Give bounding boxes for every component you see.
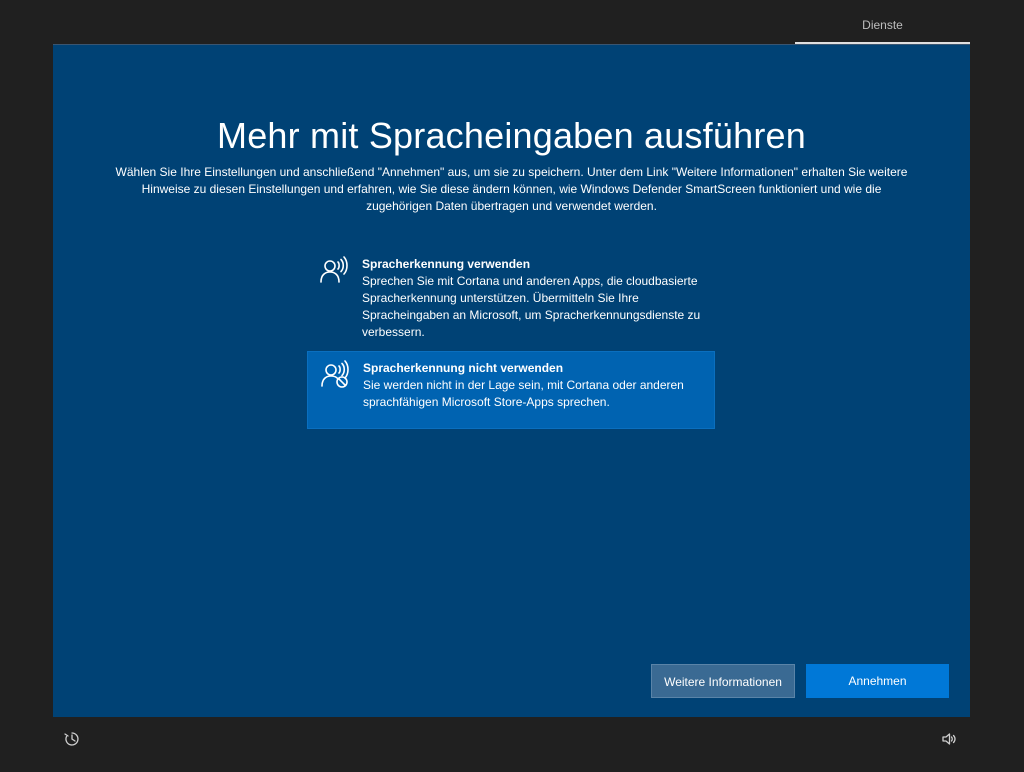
page-title: Mehr mit Spracheingaben ausführen	[217, 115, 806, 156]
accept-button[interactable]: Annehmen	[806, 664, 949, 698]
speech-person-icon	[319, 255, 349, 285]
option-description: Sprechen Sie mit Cortana und anderen App…	[362, 274, 701, 339]
more-info-button[interactable]: Weitere Informationen	[651, 664, 795, 698]
option-title: Spracherkennung verwenden	[362, 257, 531, 271]
option-description: Sie werden nicht in der Lage sein, mit C…	[363, 378, 684, 409]
option-use-speech[interactable]: Spracherkennung verwenden Sprechen Sie m…	[307, 248, 715, 343]
option-no-speech[interactable]: Spracherkennung nicht verwenden Sie werd…	[307, 351, 715, 429]
top-bar: Dienste	[0, 0, 1024, 44]
step-tab-dienste: Dienste	[795, 0, 970, 44]
option-title: Spracherkennung nicht verwenden	[363, 361, 564, 375]
oobe-panel: Mehr mit Spracheingaben ausführen Wählen…	[53, 44, 970, 717]
intro-text: Wählen Sie Ihre Einstellungen und anschl…	[115, 165, 908, 213]
ease-of-access-icon[interactable]	[63, 730, 81, 748]
speech-person-blocked-icon	[320, 359, 350, 389]
volume-icon[interactable]	[940, 730, 958, 748]
